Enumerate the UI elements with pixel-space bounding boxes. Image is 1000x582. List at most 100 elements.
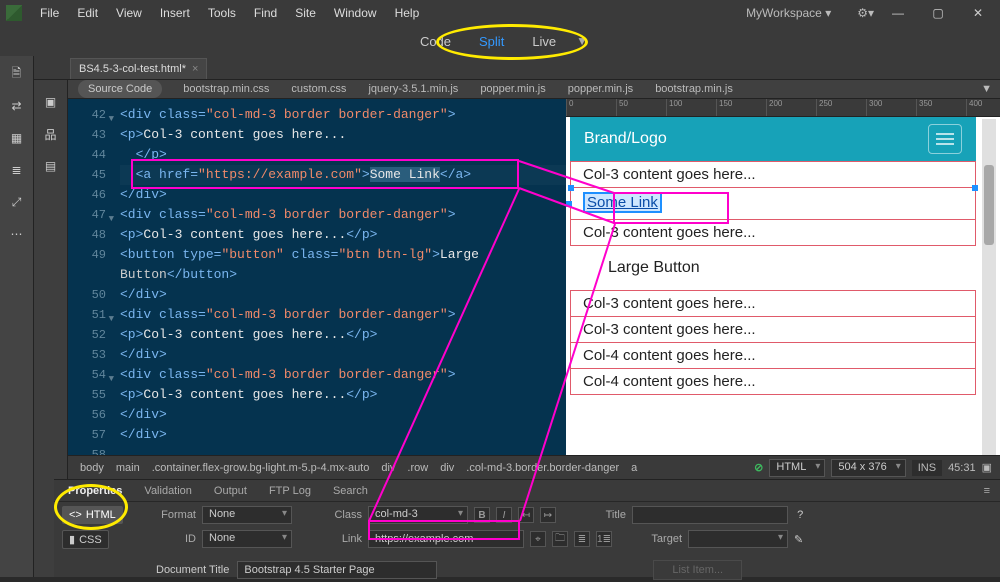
tab-search[interactable]: Search — [323, 482, 378, 500]
bold-button[interactable]: B — [474, 507, 490, 523]
tag-path-seg[interactable]: main — [112, 460, 144, 476]
link-input[interactable] — [368, 530, 524, 548]
menu-find[interactable]: Find — [246, 2, 285, 24]
tag-path-seg[interactable]: a — [627, 460, 641, 476]
sync-settings-icon[interactable]: ⚙▾ — [857, 6, 874, 20]
class-dropdown[interactable]: col-md-3 — [368, 506, 468, 524]
preview-cell[interactable]: Large Button — [570, 245, 976, 291]
hamburger-icon[interactable] — [928, 124, 962, 154]
link-browse-icon[interactable]: 🗀 — [552, 531, 568, 547]
properties-mode-html[interactable]: <> HTML — [62, 506, 123, 524]
id-dropdown[interactable]: None — [202, 530, 292, 548]
preview-cell[interactable]: Col-4 content goes here... — [570, 368, 976, 395]
preview-cell[interactable]: Col-4 content goes here... — [570, 342, 976, 369]
window-maximize-button[interactable]: ▢ — [922, 3, 954, 23]
list-ol-button[interactable]: 1≣ — [596, 531, 612, 547]
preview-cell[interactable]: Col-3 content goes here... — [570, 219, 976, 246]
menu-tools[interactable]: Tools — [200, 2, 244, 24]
top-menubar: File Edit View Insert Tools Find Site Wi… — [0, 0, 1000, 26]
quick-edit-icon[interactable]: ✎ — [794, 533, 803, 546]
menu-view[interactable]: View — [108, 2, 150, 24]
live-preview-pane[interactable]: 0501001502002503003504004505005506006507… — [566, 99, 1000, 485]
view-dropdown-icon[interactable]: ▼ — [570, 31, 594, 51]
preview-mode-dropdown[interactable]: HTML — [769, 459, 825, 477]
tab-ftplog[interactable]: FTP Log — [259, 482, 321, 500]
expand-icon[interactable]: ⤢ — [9, 194, 25, 210]
viewport-size-dropdown[interactable]: 504 x 376 — [831, 459, 905, 477]
code-editor-pane[interactable]: 42▼4344454647▼48495051▼525354▼5556575859… — [68, 99, 566, 485]
filter-icon[interactable]: ▼ — [981, 83, 992, 95]
menu-help[interactable]: Help — [387, 2, 428, 24]
related-file[interactable]: popper.min.js — [562, 81, 639, 97]
indent-right-button[interactable]: ↦ — [540, 507, 556, 523]
main-area: Source Code bootstrap.min.css custom.css… — [68, 80, 1000, 455]
preview-cell-link[interactable]: Some Link — [570, 187, 976, 220]
view-code-button[interactable]: Code — [406, 29, 465, 54]
split-icon[interactable]: ⇄ — [9, 98, 25, 114]
target-dropdown[interactable] — [688, 530, 788, 548]
italic-button[interactable]: I — [496, 507, 512, 523]
menu-site[interactable]: Site — [287, 2, 324, 24]
vertical-scrollbar[interactable] — [982, 119, 996, 481]
related-file[interactable]: custom.css — [285, 81, 352, 97]
selection-handle[interactable] — [972, 185, 978, 191]
tag-path-seg[interactable]: .col-md-3.border.border-danger — [462, 460, 623, 476]
document-tab[interactable]: BS4.5-3-col-test.html* × — [70, 58, 207, 79]
preview-cell[interactable]: Col-3 content goes here... — [570, 161, 976, 188]
assets-panel-icon[interactable]: ▤ — [43, 158, 59, 174]
document-title-label: Document Title — [156, 564, 229, 576]
file-management-icon[interactable]: 🗎 — [9, 66, 25, 82]
related-file[interactable]: jquery-3.5.1.min.js — [362, 81, 464, 97]
error-ok-icon[interactable]: ⊘ — [754, 461, 763, 474]
bottom-panel-tabs: Properties Validation Output FTP Log Sea… — [54, 480, 1000, 502]
lines-icon[interactable]: ≣ — [9, 162, 25, 178]
tag-path-seg[interactable]: .container.flex-grow.bg-light.m-5.p-4.mx… — [148, 460, 374, 476]
window-minimize-button[interactable]: — — [882, 3, 914, 23]
menu-insert[interactable]: Insert — [152, 2, 198, 24]
link-point-to-file-icon[interactable]: ⌖ — [530, 531, 546, 547]
tag-path-seg[interactable]: div — [377, 460, 399, 476]
indent-left-button[interactable]: ↤ — [518, 507, 534, 523]
selected-link[interactable]: Some Link — [583, 192, 662, 213]
workspace-switcher[interactable]: MyWorkspace ▾ — [746, 6, 831, 20]
code-body[interactable]: <div class="col-md-3 border border-dange… — [116, 99, 566, 485]
format-dropdown[interactable]: None — [202, 506, 292, 524]
tag-path-seg[interactable]: div — [436, 460, 458, 476]
related-file[interactable]: popper.min.js — [474, 81, 551, 97]
list-ul-button[interactable]: ≣ — [574, 531, 590, 547]
tab-output[interactable]: Output — [204, 482, 257, 500]
panel-menu-icon[interactable]: ≡ — [974, 482, 1000, 500]
close-tab-icon[interactable]: × — [192, 63, 198, 75]
title-input[interactable] — [632, 506, 788, 524]
source-code-pill[interactable]: Source Code — [78, 80, 162, 98]
window-close-button[interactable]: ✕ — [962, 3, 994, 23]
overflow-icon[interactable]: ▣ — [982, 461, 992, 474]
selection-handle[interactable] — [568, 185, 574, 191]
menu-edit[interactable]: Edit — [69, 2, 106, 24]
large-button[interactable]: Large Button — [606, 253, 702, 283]
list-item-button[interactable]: List Item... — [653, 560, 742, 580]
related-file[interactable]: bootstrap.min.css — [177, 81, 275, 97]
tag-path-seg[interactable]: .row — [403, 460, 432, 476]
help-icon[interactable]: ? — [797, 509, 803, 521]
files-panel-icon[interactable]: ▣ — [43, 94, 59, 110]
menu-file[interactable]: File — [32, 2, 67, 24]
design-icon[interactable]: ▦ — [9, 130, 25, 146]
selection-handle[interactable] — [566, 201, 572, 207]
menu-window[interactable]: Window — [326, 2, 385, 24]
insert-mode-indicator[interactable]: INS — [912, 460, 942, 476]
scrollbar-thumb[interactable] — [984, 165, 994, 245]
preview-cell[interactable]: Col-3 content goes here... — [570, 316, 976, 343]
more-icon[interactable]: ⋯ — [9, 226, 25, 242]
tab-validation[interactable]: Validation — [134, 482, 202, 500]
related-file[interactable]: bootstrap.min.js — [649, 81, 739, 97]
view-live-button[interactable]: Live — [518, 29, 570, 54]
tab-properties[interactable]: Properties — [58, 482, 132, 500]
dom-panel-icon[interactable]: 品 — [43, 126, 59, 142]
preview-cell[interactable]: Col-3 content goes here... — [570, 290, 976, 317]
view-split-button[interactable]: Split — [465, 29, 518, 54]
preview-navbar: Brand/Logo — [570, 117, 976, 161]
tag-path-seg[interactable]: body — [76, 460, 108, 476]
document-title-input[interactable] — [237, 561, 437, 579]
properties-mode-css[interactable]: ▮ CSS — [62, 530, 109, 549]
